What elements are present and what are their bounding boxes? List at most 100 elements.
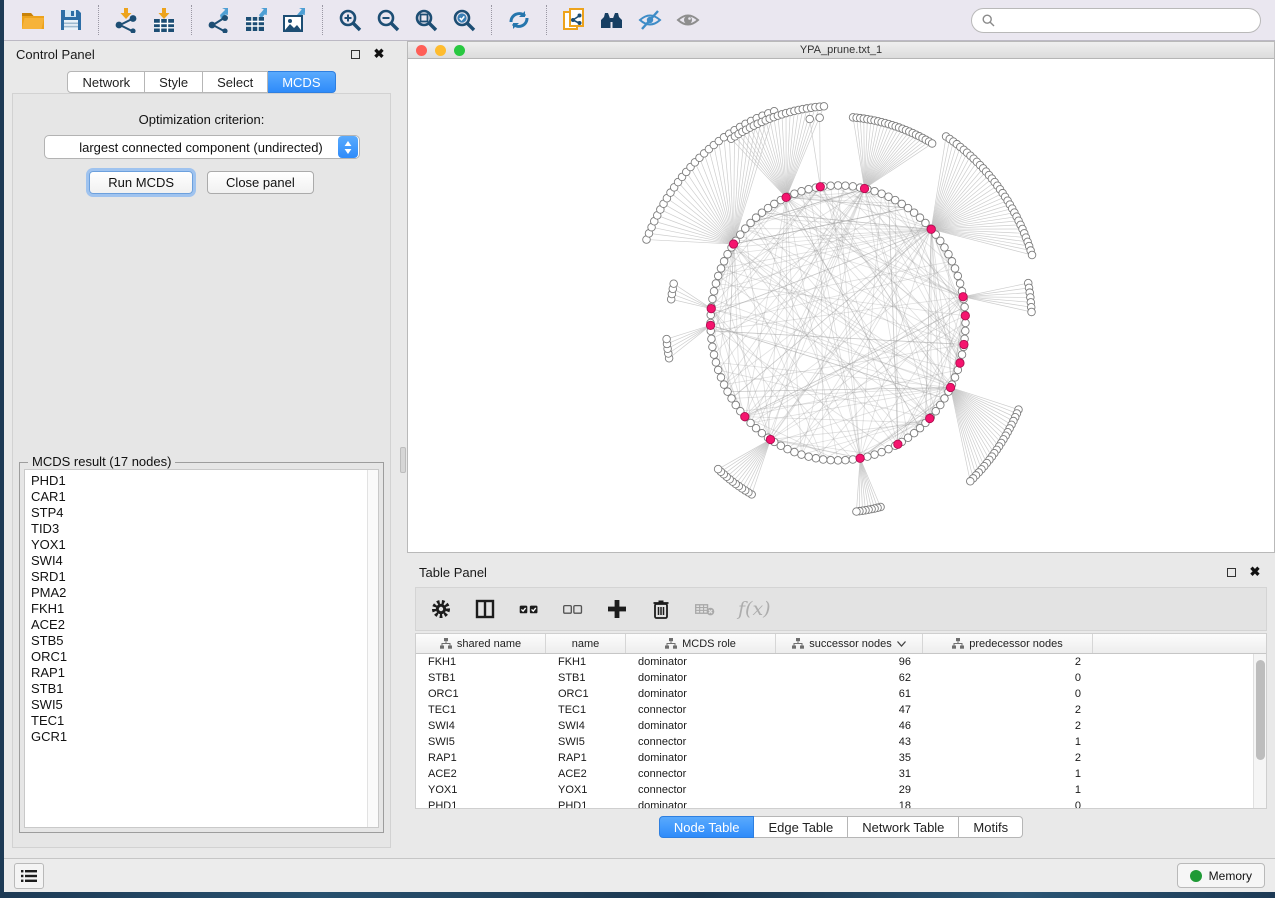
mcds-result-item[interactable]: CAR1 [31, 489, 378, 505]
vertical-splitter[interactable] [399, 41, 407, 852]
mcds-result-item[interactable]: RAP1 [31, 665, 378, 681]
close-panel-icon[interactable]: ✖ [1247, 564, 1263, 580]
mcds-result-item[interactable]: SRD1 [31, 569, 378, 585]
table-cell: 2 [923, 720, 1093, 732]
zoom-selected-icon[interactable] [445, 3, 483, 37]
mcds-result-item[interactable]: PMA2 [31, 585, 378, 601]
window-minimize-icon[interactable] [435, 45, 446, 56]
mcds-list-scrollbar[interactable] [367, 470, 378, 827]
list-icon [21, 869, 37, 883]
table-row[interactable]: RAP1RAP1dominator352 [416, 750, 1253, 766]
mcds-result-item[interactable]: GCR1 [31, 729, 378, 745]
mcds-result-item[interactable]: YOX1 [31, 537, 378, 553]
column-header-shared-name[interactable]: shared name [416, 634, 546, 653]
import-network-icon[interactable] [107, 3, 145, 37]
network-view-window: YPA_prune.txt_1 [407, 41, 1275, 553]
select-all-columns-icon[interactable] [518, 598, 540, 620]
zoom-in-icon[interactable] [331, 3, 369, 37]
table-cell: dominator [626, 672, 776, 684]
table-cell: ORC1 [546, 688, 626, 700]
mcds-result-item[interactable]: PHD1 [31, 473, 378, 489]
new-network-from-selection-icon[interactable] [555, 3, 593, 37]
float-panel-icon[interactable] [1223, 564, 1239, 580]
network-window-titlebar[interactable]: YPA_prune.txt_1 [408, 42, 1274, 59]
table-cell: 62 [776, 672, 923, 684]
tab-motifs[interactable]: Motifs [959, 816, 1023, 838]
memory-button[interactable]: Memory [1177, 863, 1265, 888]
tab-select[interactable]: Select [203, 71, 268, 93]
column-header-MCDS-role[interactable]: MCDS role [626, 634, 776, 653]
add-column-icon[interactable] [606, 598, 628, 620]
table-panel: Table Panel ✖ [407, 559, 1275, 852]
node-table-header: shared namenameMCDS rolesuccessor nodesp… [416, 634, 1266, 654]
delete-column-trash-icon[interactable] [650, 598, 672, 620]
table-settings-gear-icon[interactable] [430, 598, 452, 620]
tab-mcds[interactable]: MCDS [268, 71, 335, 93]
show-all-icon[interactable] [669, 3, 707, 37]
node-table[interactable]: shared namenameMCDS rolesuccessor nodesp… [415, 633, 1267, 809]
table-row[interactable]: YOX1YOX1connector291 [416, 782, 1253, 798]
mcds-result-item[interactable]: STP4 [31, 505, 378, 521]
table-cell: ACE2 [546, 768, 626, 780]
table-row[interactable]: STB1STB1dominator620 [416, 670, 1253, 686]
table-row[interactable]: ACE2ACE2connector311 [416, 766, 1253, 782]
mcds-result-item[interactable]: ACE2 [31, 617, 378, 633]
tab-style[interactable]: Style [145, 71, 203, 93]
window-maximize-icon[interactable] [454, 45, 465, 56]
toolbar-separator [546, 5, 547, 35]
table-row[interactable]: SWI5SWI5connector431 [416, 734, 1253, 750]
first-neighbors-icon[interactable] [593, 3, 631, 37]
mcds-result-list[interactable]: PHD1CAR1STP4TID3YOX1SWI4SRD1PMA2FKH1ACE2… [24, 469, 379, 828]
tab-node-table[interactable]: Node Table [659, 816, 755, 838]
zoom-out-icon[interactable] [369, 3, 407, 37]
table-row[interactable]: FKH1FKH1dominator962 [416, 654, 1253, 670]
close-panel-icon[interactable]: ✖ [371, 46, 387, 62]
show-column-panel-icon[interactable] [474, 598, 496, 620]
mcds-result-item[interactable]: TID3 [31, 521, 378, 537]
table-scrollbar[interactable] [1253, 654, 1266, 808]
table-cell: 1 [923, 784, 1093, 796]
run-mcds-button[interactable]: Run MCDS [89, 171, 193, 194]
mcds-panel: Optimization criterion: largest connecte… [12, 93, 391, 848]
tab-network[interactable]: Network [67, 71, 145, 93]
control-panel-titlebar: Control Panel ✖ [4, 41, 399, 67]
network-canvas[interactable] [408, 60, 1274, 552]
table-row[interactable]: PHD1PHD1dominator180 [416, 798, 1253, 809]
table-row[interactable]: TEC1TEC1connector472 [416, 702, 1253, 718]
save-session-icon[interactable] [52, 3, 90, 37]
mcds-result-item[interactable]: FKH1 [31, 601, 378, 617]
mcds-result-item[interactable]: SWI5 [31, 697, 378, 713]
mcds-result-item[interactable]: STB5 [31, 633, 378, 649]
open-file-icon[interactable] [14, 3, 52, 37]
hide-selected-icon[interactable] [631, 3, 669, 37]
close-panel-button[interactable]: Close panel [207, 171, 314, 194]
table-scrollbar-thumb[interactable] [1256, 660, 1265, 760]
tab-network-table[interactable]: Network Table [848, 816, 959, 838]
mcds-result-item[interactable]: STB1 [31, 681, 378, 697]
search-box[interactable] [971, 8, 1261, 33]
tab-edge-table[interactable]: Edge Table [754, 816, 848, 838]
table-row[interactable]: ORC1ORC1dominator610 [416, 686, 1253, 702]
export-table-icon[interactable] [238, 3, 276, 37]
table-row[interactable]: SWI4SWI4dominator462 [416, 718, 1253, 734]
window-close-icon[interactable] [416, 45, 427, 56]
splitter-grip[interactable] [400, 447, 406, 473]
column-header-name[interactable]: name [546, 634, 626, 653]
float-panel-icon[interactable] [347, 46, 363, 62]
zoom-fit-icon[interactable] [407, 3, 445, 37]
column-header-successor-nodes[interactable]: successor nodes [776, 634, 923, 653]
apply-layout-icon[interactable] [500, 3, 538, 37]
column-header-predecessor-nodes[interactable]: predecessor nodes [923, 634, 1093, 653]
import-table-icon[interactable] [145, 3, 183, 37]
optimization-criterion-select[interactable]: largest connected component (undirected) [44, 135, 360, 159]
mcds-result-item[interactable]: TEC1 [31, 713, 378, 729]
mcds-result-item[interactable]: SWI4 [31, 553, 378, 569]
mcds-result-title: MCDS result (17 nodes) [28, 454, 175, 469]
search-input[interactable] [1001, 14, 1250, 28]
export-network-icon[interactable] [200, 3, 238, 37]
export-image-icon[interactable] [276, 3, 314, 37]
task-history-button[interactable] [14, 863, 44, 889]
unselect-all-columns-icon[interactable] [562, 598, 584, 620]
table-cell: FKH1 [546, 656, 626, 668]
mcds-result-item[interactable]: ORC1 [31, 649, 378, 665]
